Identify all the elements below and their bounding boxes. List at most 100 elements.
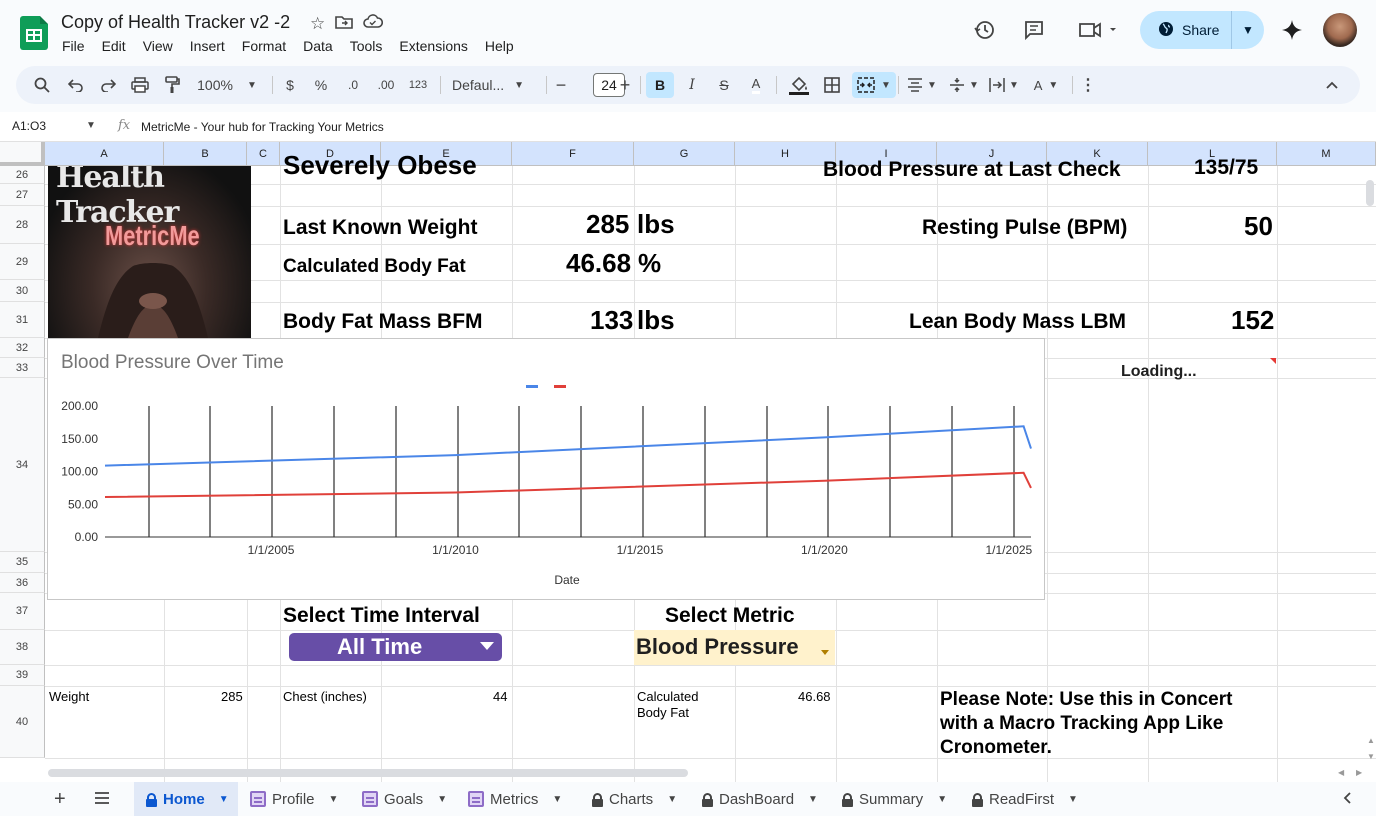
sheet-tab-charts[interactable]: Charts ▼ — [580, 782, 690, 816]
menu-file[interactable]: File — [62, 38, 85, 54]
last-weight-unit[interactable]: lbs — [637, 209, 675, 240]
row-header[interactable]: 33 — [0, 358, 45, 378]
scroll-left-icon[interactable]: ◀ — [1338, 768, 1344, 777]
move-folder-icon[interactable] — [335, 14, 354, 35]
calc-body-fat-label-line2[interactable]: Body Fat — [637, 705, 689, 720]
column-header[interactable]: B — [164, 142, 247, 166]
weight-value-cell[interactable]: 285 — [221, 689, 243, 704]
name-box-caret-icon[interactable]: ▼ — [86, 120, 96, 131]
sheet-tab-readfirst[interactable]: ReadFirst ▼ — [960, 782, 1084, 816]
menu-tools[interactable]: Tools — [350, 38, 383, 54]
sheet-tab-metrics[interactable]: Metrics ▼ — [456, 782, 580, 816]
vertical-align-icon[interactable]: ▼ — [946, 66, 982, 104]
sheet-tab-dashboard[interactable]: DashBoard ▼ — [690, 782, 830, 816]
italic-icon[interactable]: I — [680, 66, 704, 104]
font-family-select[interactable]: Defaul... ▼ — [452, 66, 534, 104]
bp-chart[interactable]: Blood Pressure Over Time 0.00 50.00 100.00… — [47, 338, 1045, 600]
header-image[interactable]: Health Tracker MetricMe — [48, 166, 251, 338]
sheet-tab-home[interactable]: Home ▼ — [134, 782, 238, 816]
row-header[interactable]: 27 — [0, 184, 45, 206]
scroll-up-icon[interactable]: ▲ — [1367, 736, 1375, 745]
undo-icon[interactable] — [64, 66, 88, 104]
column-header[interactable]: F — [512, 142, 634, 166]
note-line-2[interactable]: with a Macro Tracking App Like — [940, 713, 1223, 735]
sheet-tab-caret-icon[interactable]: ▼ — [219, 794, 229, 805]
row-header[interactable]: 31 — [0, 302, 45, 338]
version-history-icon[interactable] — [966, 12, 1002, 48]
decrease-font-size-icon[interactable]: − — [552, 66, 570, 104]
text-wrapping-icon[interactable]: ▼ — [986, 66, 1022, 104]
percent-format-button[interactable]: % — [311, 66, 331, 104]
bp-last-check-value[interactable]: 135/75 — [1194, 156, 1258, 180]
menu-extensions[interactable]: Extensions — [399, 38, 467, 54]
sheet-nav-left-icon[interactable] — [1342, 791, 1352, 810]
last-weight-value[interactable]: 285 — [586, 209, 629, 240]
sheet-tab-summary[interactable]: Summary ▼ — [830, 782, 960, 816]
note-line-3[interactable]: Cronometer. — [940, 737, 1052, 759]
sheet-tab-goals[interactable]: Goals ▼ — [350, 782, 456, 816]
row-header[interactable]: 26 — [0, 166, 45, 184]
obesity-category[interactable]: Severely Obese — [283, 150, 477, 181]
merge-cells-icon[interactable]: ▼ — [852, 72, 896, 98]
more-options-icon[interactable]: ⋮ — [1078, 66, 1098, 104]
error-indicator[interactable] — [1270, 358, 1276, 364]
time-interval-dropdown[interactable]: All Time — [289, 633, 502, 661]
add-sheet-icon[interactable]: + — [54, 788, 66, 811]
more-formats-button[interactable]: 123 — [406, 66, 430, 104]
text-color-icon[interactable]: A — [744, 66, 768, 104]
bfm-value[interactable]: 133 — [590, 305, 633, 336]
column-header[interactable]: A — [45, 142, 164, 166]
sheets-logo-icon[interactable] — [20, 16, 48, 50]
sheet-tab-caret-icon[interactable]: ▼ — [437, 794, 447, 805]
share-button[interactable]: Share ▼ — [1140, 11, 1264, 49]
bfm-label[interactable]: Body Fat Mass BFM — [283, 310, 483, 334]
spreadsheet-grid[interactable]: ABCDEFGHIJKLM 26 27 28 29 30 31 32 33 34 35 36 37 38… — [0, 142, 1376, 782]
row-header[interactable]: 32 — [0, 338, 45, 358]
meet-call-icon[interactable] — [1074, 12, 1120, 48]
sheet-tab-caret-icon[interactable]: ▼ — [329, 794, 339, 805]
account-avatar[interactable] — [1323, 13, 1357, 47]
print-icon[interactable] — [128, 66, 152, 104]
share-options-caret-icon[interactable]: ▼ — [1232, 23, 1264, 37]
text-rotation-icon[interactable]: A ▼ — [1028, 66, 1064, 104]
column-header[interactable]: C — [247, 142, 280, 166]
calc-body-fat-value-cell[interactable]: 46.68 — [798, 689, 831, 704]
gemini-icon[interactable] — [1274, 12, 1310, 48]
column-header[interactable]: M — [1277, 142, 1376, 166]
chest-label-cell[interactable]: Chest (inches) — [283, 689, 367, 704]
increase-decimal-button[interactable]: .00 — [373, 66, 399, 104]
sheet-tab-profile[interactable]: Profile ▼ — [238, 782, 350, 816]
note-line-1[interactable]: Please Note: Use this in Concert — [940, 689, 1232, 711]
sheet-tab-caret-icon[interactable]: ▼ — [552, 794, 562, 805]
row-header[interactable]: 29 — [0, 244, 45, 280]
resting-pulse-label[interactable]: Resting Pulse (BPM) — [922, 216, 1127, 240]
row-header[interactable]: 28 — [0, 206, 45, 244]
borders-icon[interactable] — [820, 66, 844, 104]
sheet-tab-caret-icon[interactable]: ▼ — [667, 794, 677, 805]
decrease-decimal-button[interactable]: .0 — [342, 66, 364, 104]
body-fat-label[interactable]: Calculated Body Fat — [283, 256, 466, 278]
select-all-corner[interactable] — [0, 142, 45, 166]
menu-view[interactable]: View — [143, 38, 173, 54]
document-title[interactable]: Copy of Health Tracker v2 -2 — [61, 12, 290, 33]
sheet-tab-caret-icon[interactable]: ▼ — [937, 794, 947, 805]
chest-value-cell[interactable]: 44 — [493, 689, 507, 704]
horizontal-align-icon[interactable]: ▼ — [904, 66, 940, 104]
menu-format[interactable]: Format — [242, 38, 286, 54]
horizontal-scrollbar[interactable] — [48, 769, 688, 777]
bp-last-check-label[interactable]: Blood Pressure at Last Check — [823, 158, 1121, 182]
row-header[interactable]: 38 — [0, 630, 45, 665]
name-box[interactable]: A1:O3 — [12, 119, 46, 133]
row-header[interactable]: 37 — [0, 593, 45, 630]
bold-icon[interactable]: B — [646, 72, 674, 98]
strikethrough-icon[interactable]: S — [712, 66, 736, 104]
bfm-unit[interactable]: lbs — [637, 305, 675, 336]
calc-body-fat-label-line1[interactable]: Calculated — [637, 689, 698, 704]
increase-font-size-icon[interactable]: + — [616, 66, 634, 104]
fill-color-icon[interactable] — [786, 66, 812, 104]
row-header[interactable]: 39 — [0, 665, 45, 686]
lbm-label[interactable]: Lean Body Mass LBM — [909, 310, 1126, 334]
collapse-toolbar-icon[interactable] — [1320, 66, 1344, 104]
redo-icon[interactable] — [96, 66, 120, 104]
formula-input[interactable]: MetricMe - Your hub for Tracking Your Me… — [141, 120, 384, 134]
